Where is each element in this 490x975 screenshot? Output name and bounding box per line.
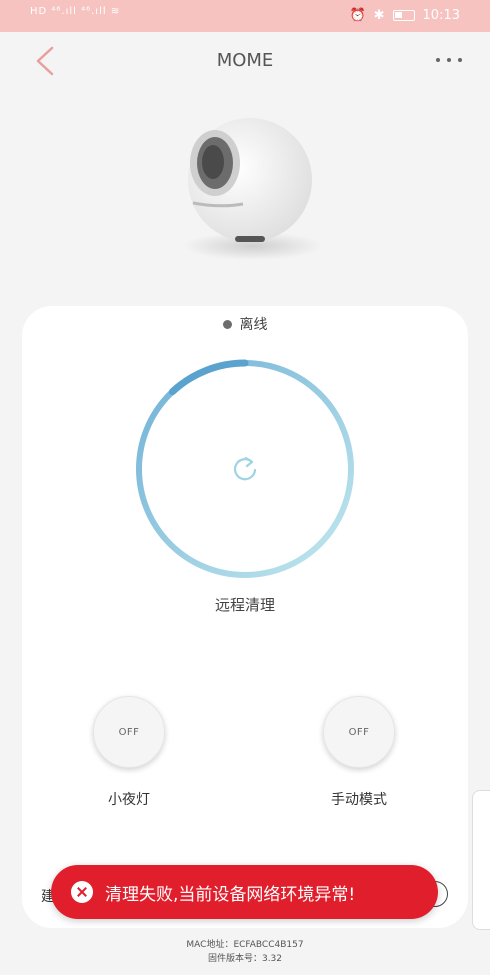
mac-address: MAC地址：ECFABCC4B157 [186,940,304,950]
status-dot-icon [222,319,232,329]
page-title: MOME [216,50,274,71]
more-dots-icon[interactable] [436,58,462,62]
error-icon [71,881,93,903]
nav-bar: MOME [0,32,490,90]
firmware-version: 固件版本号：3.32 [207,954,283,964]
connection-status-label: 离线 [239,317,268,333]
error-toast: 清理失败,当前设备网络环境异常! [51,865,438,919]
night-light-label: 小夜灯 [108,792,150,808]
network-indicators: HD ⁴⁶.ıll ⁴⁶.ıll ≋ [30,6,121,17]
progress-ring-fill [168,359,249,396]
remote-clean-label: 远程清理 [214,596,275,614]
device-image [183,118,323,260]
manual-mode-label: 手动模式 [331,792,387,808]
battery-icon [392,10,415,21]
clock: 10:13 [422,8,460,23]
device-card: 离线 远程清理 OFF OFF 小夜灯 手动模式 建 [22,306,468,928]
night-light-toggle[interactable]: OFF [93,696,165,768]
bluetooth-icon: ✱ [373,8,385,23]
side-tab[interactable] [472,790,490,930]
toast-message: 清理失败,当前设备网络环境异常! [105,884,356,905]
alarm-icon: ⏰ [349,8,366,23]
refresh-icon[interactable] [228,452,262,486]
connection-status: 离线 [22,314,468,334]
status-right: ⏰ ✱ 10:13 [349,8,460,23]
manual-mode-toggle[interactable]: OFF [323,696,395,768]
status-bar: HD ⁴⁶.ıll ⁴⁶.ıll ≋ ⏰ ✱ 10:13 [0,0,490,32]
